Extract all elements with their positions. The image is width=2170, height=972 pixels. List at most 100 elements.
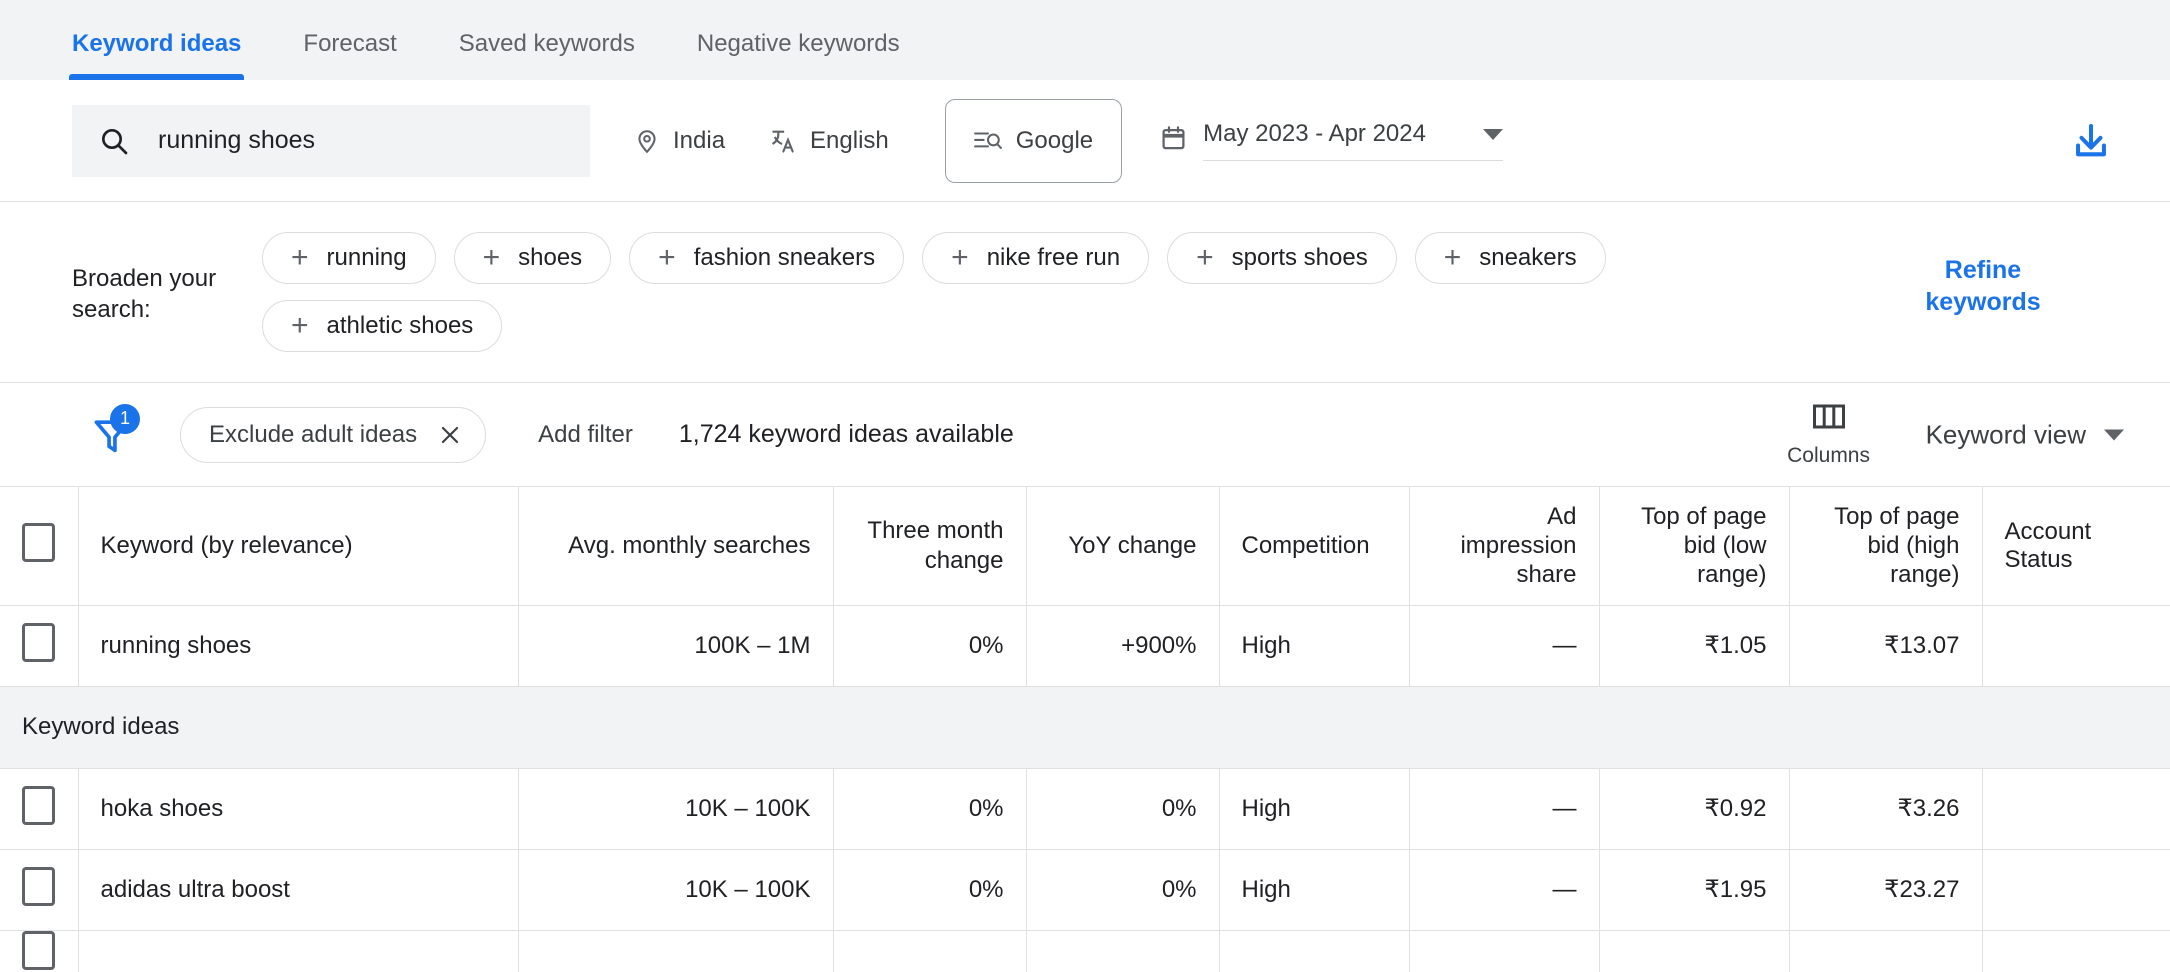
keyword-ideas-count: 1,724 keyword ideas available [678, 420, 1014, 448]
column-header-yoy-change[interactable]: YoY change [1026, 487, 1220, 606]
broaden-chip[interactable]: + sports shoes [1167, 232, 1397, 284]
broaden-search-row: Broaden your search: + running + shoes + fa… [0, 202, 2170, 383]
row-checkbox[interactable] [22, 866, 55, 906]
cell-competition: High [1219, 605, 1410, 687]
row-select-cell [0, 768, 79, 850]
filter-count-badge: 1 [110, 403, 140, 434]
cell-keyword [78, 930, 519, 972]
location-pin-icon [634, 128, 660, 154]
cell-competition: High [1219, 849, 1410, 931]
search-controls-row: running shoes India English Google May 2… [0, 80, 2170, 202]
broaden-chip[interactable]: + running [262, 232, 436, 284]
broaden-chip[interactable]: + fashion sneakers [629, 232, 905, 284]
tab-keyword-ideas[interactable]: Keyword ideas [68, 30, 245, 80]
columns-icon [1812, 402, 1846, 437]
download-button[interactable] [2070, 120, 2112, 162]
cell-avg-monthly-searches: 10K – 100K [518, 849, 834, 931]
cell-three-month-change: 0% [833, 605, 1027, 687]
search-network-label: Google [1015, 126, 1094, 154]
broaden-chip-label: sneakers [1479, 244, 1577, 271]
broaden-chip[interactable]: + athletic shoes [262, 300, 503, 352]
search-icon [98, 125, 130, 157]
column-header-three-month-change[interactable]: Three month change [833, 487, 1027, 606]
refine-keywords-link[interactable]: Refine keywords [1908, 254, 2058, 318]
view-selector[interactable]: Keyword view [1926, 419, 2124, 450]
select-all-checkbox[interactable] [22, 522, 56, 562]
tab-saved-keywords[interactable]: Saved keywords [459, 30, 635, 80]
broaden-chip-label: shoes [518, 244, 583, 271]
column-header-bid-low[interactable]: Top of page bid (low range) [1599, 487, 1790, 606]
chevron-down-icon [2104, 429, 2124, 440]
column-header-label: Top of page bid (high range) [1834, 502, 1960, 589]
cell-yoy-change: 0% [1026, 768, 1220, 850]
broaden-chip-list: + running + shoes + fashion sneakers + nike … [262, 232, 1632, 352]
section-label: Keyword ideas [0, 686, 2170, 769]
cell-account-status [1982, 930, 2170, 972]
row-checkbox[interactable] [22, 622, 55, 662]
cell-yoy-change [1026, 930, 1220, 972]
column-header-bid-high[interactable]: Top of page bid (high range) [1789, 487, 1983, 606]
view-label: Keyword view [1925, 419, 2086, 449]
column-header-label: YoY change [1068, 532, 1197, 560]
cell-bid-low: ₹1.95 [1599, 849, 1790, 931]
cell-avg-monthly-searches: 10K – 100K [518, 768, 834, 850]
chevron-down-icon [1483, 128, 1504, 140]
plus-icon: + [291, 241, 309, 274]
broaden-chip-label: sports shoes [1231, 244, 1368, 271]
cell-three-month-change [833, 930, 1027, 972]
columns-button[interactable]: Columns [1787, 402, 1870, 468]
cell-bid-high [1789, 930, 1983, 972]
translate-icon [769, 127, 797, 155]
table-row[interactable]: running shoes 100K – 1M 0% +900% High — … [0, 605, 2170, 687]
table-row[interactable]: adidas ultra boost 10K – 100K 0% 0% High… [0, 849, 2170, 931]
cell-keyword: adidas ultra boost [78, 849, 519, 931]
filter-toolbar: 1 Exclude adult ideas Add filter 1,724 k… [0, 383, 2170, 487]
column-header-label: Avg. monthly searches [568, 532, 811, 560]
language-selector[interactable]: English [769, 127, 889, 155]
broaden-chip[interactable]: + shoes [453, 232, 612, 284]
keyword-search-input[interactable]: running shoes [72, 104, 590, 177]
plus-icon: + [291, 309, 309, 342]
plus-icon: + [951, 241, 969, 274]
applied-filter-chip[interactable]: Exclude adult ideas [180, 406, 487, 463]
columns-label: Columns [1787, 443, 1870, 467]
column-header-account-status[interactable]: Account Status [1982, 487, 2170, 606]
row-checkbox[interactable] [22, 785, 55, 825]
cell-keyword: running shoes [78, 605, 519, 687]
tab-negative-keywords[interactable]: Negative keywords [697, 30, 900, 80]
broaden-chip-label: running [326, 244, 407, 271]
cell-bid-high: ₹3.26 [1789, 768, 1983, 850]
broaden-chip[interactable]: + nike free run [922, 232, 1150, 284]
table-header-row: Keyword (by relevance) Avg. monthly sear… [0, 487, 2170, 606]
column-header-label: Top of page bid (low range) [1641, 502, 1767, 589]
cell-bid-high: ₹23.27 [1789, 849, 1983, 931]
column-header-ad-impression-share[interactable]: Ad impression share [1409, 487, 1600, 606]
row-checkbox[interactable] [22, 930, 55, 970]
cell-ad-impression-share [1409, 930, 1600, 972]
plus-icon: + [658, 241, 676, 274]
cell-ad-impression-share: — [1409, 768, 1600, 850]
cell-account-status [1982, 849, 2170, 931]
location-selector[interactable]: India [634, 127, 725, 155]
cell-bid-low [1599, 930, 1790, 972]
column-header-keyword[interactable]: Keyword (by relevance) [78, 487, 519, 606]
date-range-selector[interactable]: May 2023 - Apr 2024 [1160, 120, 1504, 161]
keyword-ideas-table: Keyword (by relevance) Avg. monthly sear… [0, 487, 2170, 972]
cell-avg-monthly-searches [518, 930, 834, 972]
row-select-cell [0, 930, 79, 972]
filter-button[interactable]: 1 [90, 403, 140, 457]
date-range-label: May 2023 - Apr 2024 [1203, 120, 1426, 147]
close-icon[interactable] [437, 422, 463, 448]
broaden-chip[interactable]: + sneakers [1414, 232, 1606, 284]
location-label: India [673, 126, 726, 154]
row-select-cell [0, 849, 79, 931]
column-header-competition[interactable]: Competition [1219, 487, 1410, 606]
table-row[interactable]: hoka shoes 10K – 100K 0% 0% High — ₹0.92… [0, 768, 2170, 850]
table-row-partial[interactable] [0, 930, 2170, 972]
cell-bid-low: ₹0.92 [1599, 768, 1790, 850]
search-network-selector[interactable]: Google [944, 98, 1123, 183]
add-filter-button[interactable]: Add filter [538, 421, 633, 449]
column-header-avg-monthly-searches[interactable]: Avg. monthly searches [518, 487, 834, 606]
tab-forecast[interactable]: Forecast [303, 30, 396, 80]
cell-keyword: hoka shoes [78, 768, 519, 850]
